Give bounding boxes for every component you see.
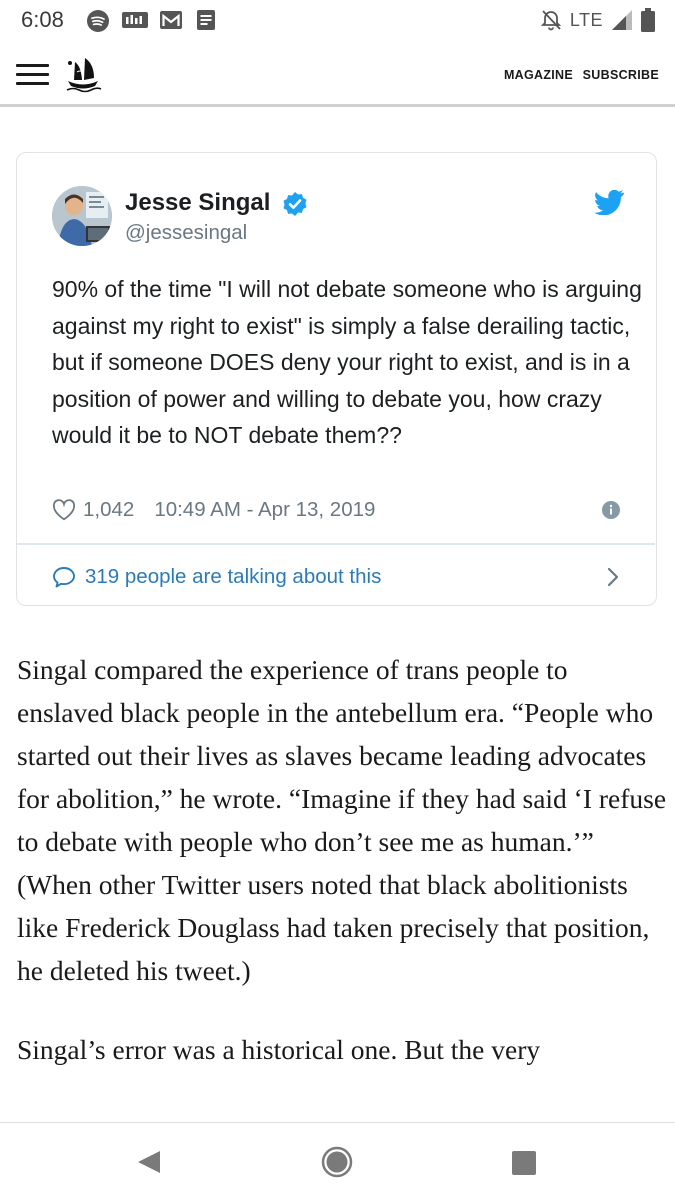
article-body: Singal compared the experience of trans … bbox=[17, 648, 667, 1107]
tweet-divider bbox=[17, 543, 655, 545]
ship-logo-icon[interactable] bbox=[63, 54, 103, 94]
dnd-off-icon bbox=[540, 10, 561, 31]
gmail-icon bbox=[160, 11, 182, 29]
speech-bubble-icon bbox=[53, 567, 75, 588]
subscribe-link[interactable]: SUBSCRIBE bbox=[583, 68, 659, 82]
spotify-icon bbox=[87, 10, 109, 32]
docs-icon bbox=[197, 10, 215, 30]
battery-icon bbox=[641, 8, 655, 32]
status-time: 6:08 bbox=[21, 7, 64, 32]
status-bar: 6:08 LTE bbox=[0, 0, 675, 40]
tweet-text: 90% of the time "I will not debate someo… bbox=[52, 276, 642, 449]
site-header: MAGAZINE SUBSCRIBE bbox=[0, 48, 675, 104]
article-paragraph: Singal’s error was a historical one. But… bbox=[17, 1034, 541, 1065]
heart-icon[interactable] bbox=[52, 499, 76, 521]
article-paragraph: Singal compared the experience of trans … bbox=[17, 654, 667, 986]
home-icon[interactable] bbox=[321, 1146, 353, 1178]
talking-about-link[interactable]: 319 people are talking about this bbox=[52, 563, 622, 591]
chevron-right-icon[interactable] bbox=[606, 566, 620, 588]
tweet-author-name[interactable]: Jesse Singal bbox=[125, 189, 270, 217]
back-icon[interactable] bbox=[136, 1149, 162, 1175]
network-label: LTE bbox=[569, 9, 603, 30]
avatar-image bbox=[52, 186, 112, 246]
tweet-meta: 1,042 10:49 AM - Apr 13, 2019 bbox=[52, 497, 375, 523]
verified-badge-icon bbox=[283, 192, 307, 216]
like-count[interactable]: 1,042 bbox=[83, 498, 134, 522]
tweet-handle[interactable]: @jessesingal bbox=[125, 221, 247, 245]
signal-icon bbox=[612, 10, 632, 30]
tidal-icon bbox=[122, 12, 148, 28]
avatar[interactable] bbox=[52, 186, 112, 246]
hamburger-icon[interactable] bbox=[16, 64, 50, 86]
tweet-timestamp[interactable]: 10:49 AM - Apr 13, 2019 bbox=[154, 498, 375, 522]
info-icon[interactable] bbox=[602, 501, 620, 519]
header-divider bbox=[0, 104, 675, 107]
system-nav-bar bbox=[0, 1122, 675, 1201]
magazine-link[interactable]: MAGAZINE bbox=[504, 68, 573, 82]
talking-about-label: 319 people are talking about this bbox=[85, 565, 382, 588]
twitter-bird-icon[interactable] bbox=[594, 189, 624, 215]
recents-icon[interactable] bbox=[511, 1150, 537, 1176]
embedded-tweet[interactable]: Jesse Singal @jessesingal 90% of the tim… bbox=[16, 152, 657, 606]
